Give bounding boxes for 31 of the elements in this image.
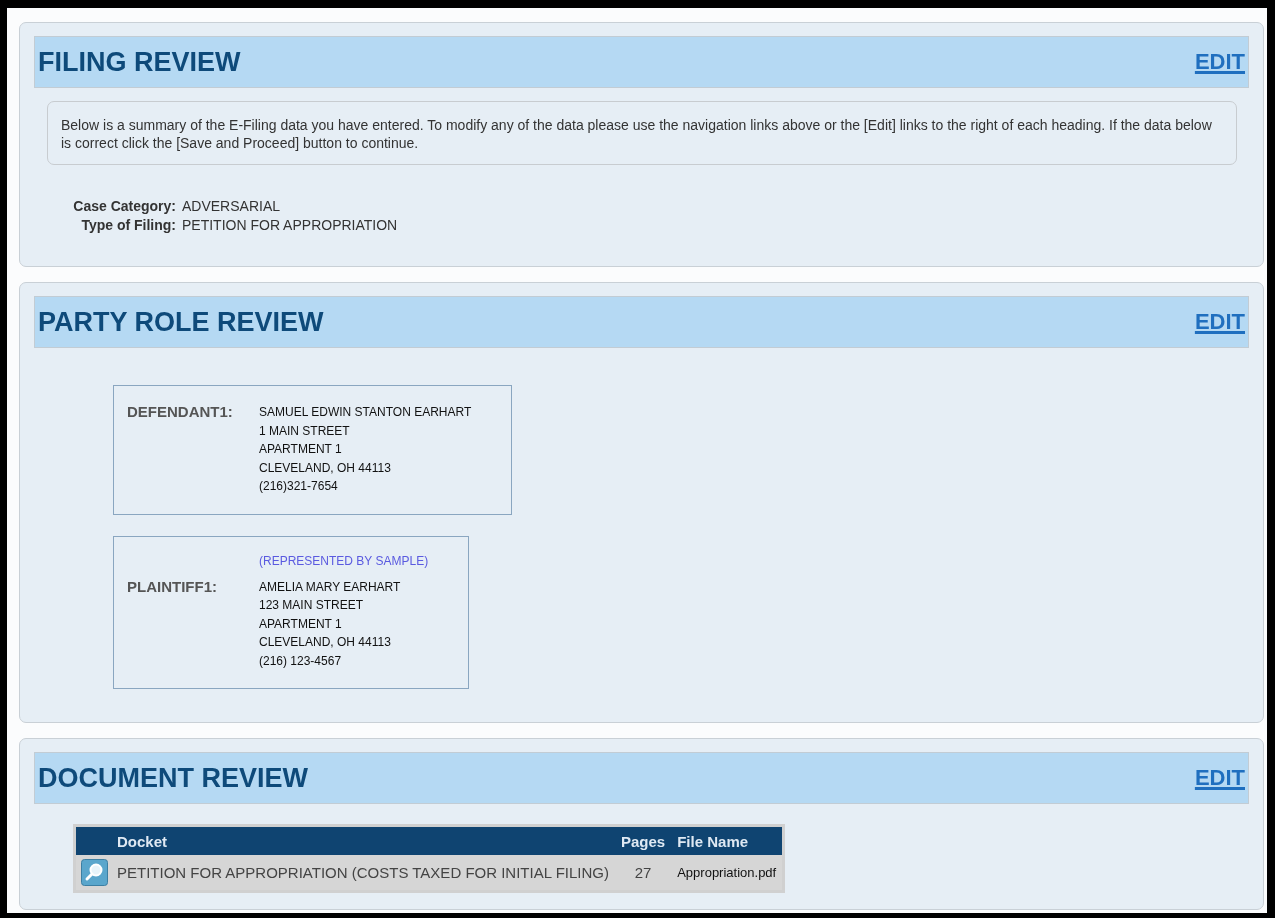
address-line: AMELIA MARY EARHART xyxy=(259,578,402,596)
representation-note: (REPRESENTED BY SAMPLE) xyxy=(259,553,429,568)
column-header: File Name xyxy=(671,825,784,855)
field-label: Case Category: xyxy=(72,198,176,214)
table-cell: 27 xyxy=(615,855,672,892)
party-role: PLAINTIFF1: xyxy=(127,577,218,597)
address-line: APARTMENT 1 xyxy=(259,615,343,633)
field-label: Type of Filing: xyxy=(80,217,176,233)
table-cell: PETITION FOR APPROPRIATION (COSTS TAXED FOR INITIAL FILING) xyxy=(111,855,615,892)
field-value: ADVERSARIAL xyxy=(182,198,282,214)
address-line: 123 MAIN STREET xyxy=(259,597,365,614)
search-icon[interactable] xyxy=(81,859,108,886)
table-cell: Appropriation.pdf xyxy=(671,855,784,892)
address-line: APARTMENT 1 xyxy=(259,441,343,458)
address-line: (216) 123-4567 xyxy=(259,652,343,670)
section-title: FILING REVIEW xyxy=(38,46,241,78)
info-notice: Below is a summary of the E-Filing data you have entered. To modify any of the data please use the navigation links above or the [Edit] links to the right of each heading. If the data below is correct click the [Save and Proceed] button to continue. xyxy=(47,101,1237,165)
column-header: Docket xyxy=(111,825,615,855)
edit-link[interactable]: EDIT xyxy=(1194,765,1245,791)
edit-link[interactable]: EDIT xyxy=(1194,309,1245,335)
section-title: DOCUMENT REVIEW xyxy=(38,762,308,794)
address-line: SAMUEL EDWIN STANTON EARHART xyxy=(259,404,472,421)
column-header: Pages xyxy=(615,825,672,855)
party-role: DEFENDANT1: xyxy=(127,403,234,422)
address-line: CLEVELAND, OH 44113 xyxy=(259,459,392,477)
address-line: (216)321-7654 xyxy=(259,478,339,495)
address-line: CLEVELAND, OH 44113 xyxy=(259,634,392,651)
field-value: PETITION FOR APPROPRIATION xyxy=(182,217,399,233)
section-title: PARTY ROLE REVIEW xyxy=(38,306,324,338)
address-line: 1 MAIN STREET xyxy=(259,422,351,440)
edit-link[interactable]: EDIT xyxy=(1194,49,1245,75)
